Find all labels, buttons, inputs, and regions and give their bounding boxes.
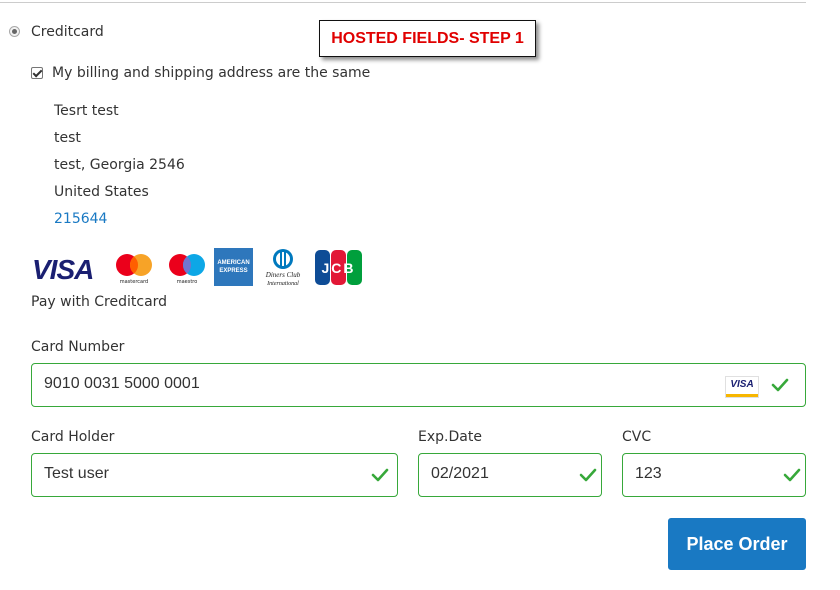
cvc-label: CVC bbox=[622, 429, 652, 445]
card-number-field[interactable]: 9010 0031 5000 0001 VISA bbox=[31, 363, 806, 407]
svg-text:Diners Club: Diners Club bbox=[265, 271, 301, 279]
cvc-field[interactable]: 123 bbox=[622, 453, 806, 497]
address-country: United States bbox=[54, 184, 149, 200]
pay-with-label: Pay with Creditcard bbox=[31, 294, 168, 310]
amex-logo-line1: AMERICAN bbox=[217, 260, 250, 266]
address-phone-link[interactable]: 215644 bbox=[54, 206, 185, 233]
cvc-value: 123 bbox=[635, 465, 662, 482]
card-number-label: Card Number bbox=[31, 339, 125, 355]
cvc-valid-check-icon bbox=[783, 468, 801, 482]
card-brand-visa-icon: VISA bbox=[725, 376, 759, 398]
exp-date-valid-check-icon bbox=[579, 468, 597, 482]
checkout-payment-page: Creditcard HOSTED FIELDS- STEP 1 My bill… bbox=[0, 0, 840, 590]
svg-text:maestro: maestro bbox=[177, 279, 198, 285]
top-divider bbox=[0, 2, 806, 3]
payment-method-radio[interactable] bbox=[9, 26, 20, 37]
address-street: test bbox=[54, 130, 81, 146]
card-holder-valid-check-icon bbox=[371, 468, 389, 482]
address-name: Tesrt test bbox=[54, 103, 119, 119]
card-holder-label: Card Holder bbox=[31, 429, 115, 445]
billing-address: Tesrt test test test, Georgia 2546 Unite… bbox=[54, 98, 185, 233]
card-holder-value: Test user bbox=[44, 465, 109, 482]
address-city-region-zip: test, Georgia 2546 bbox=[54, 157, 185, 173]
svg-text:JCB: JCB bbox=[321, 260, 355, 276]
card-number-valid-check-icon bbox=[771, 378, 789, 392]
step-callout: HOSTED FIELDS- STEP 1 bbox=[319, 20, 536, 57]
billing-same-label[interactable]: My billing and shipping address are the … bbox=[52, 65, 370, 81]
payment-method-label[interactable]: Creditcard bbox=[31, 24, 104, 40]
amex-logo: AMERICAN EXPRESS bbox=[214, 248, 253, 286]
card-holder-field[interactable]: Test user bbox=[31, 453, 398, 497]
card-number-value: 9010 0031 5000 0001 bbox=[44, 375, 200, 392]
exp-date-value: 02/2021 bbox=[431, 465, 489, 482]
amex-logo-line2: EXPRESS bbox=[219, 268, 248, 274]
svg-text:International: International bbox=[266, 281, 299, 287]
billing-same-checkbox[interactable] bbox=[31, 67, 43, 79]
maestro-logo: maestro bbox=[169, 254, 205, 285]
exp-date-field[interactable]: 02/2021 bbox=[418, 453, 602, 497]
mastercard-logo: mastercard bbox=[116, 254, 152, 285]
svg-text:mastercard: mastercard bbox=[120, 279, 148, 285]
jcb-logo: JCB bbox=[315, 250, 362, 285]
diners-club-logo: Diners Club International bbox=[265, 249, 301, 287]
place-order-button[interactable]: Place Order bbox=[668, 518, 806, 570]
visa-logo: VISA bbox=[32, 254, 94, 285]
exp-date-label: Exp.Date bbox=[418, 429, 482, 445]
